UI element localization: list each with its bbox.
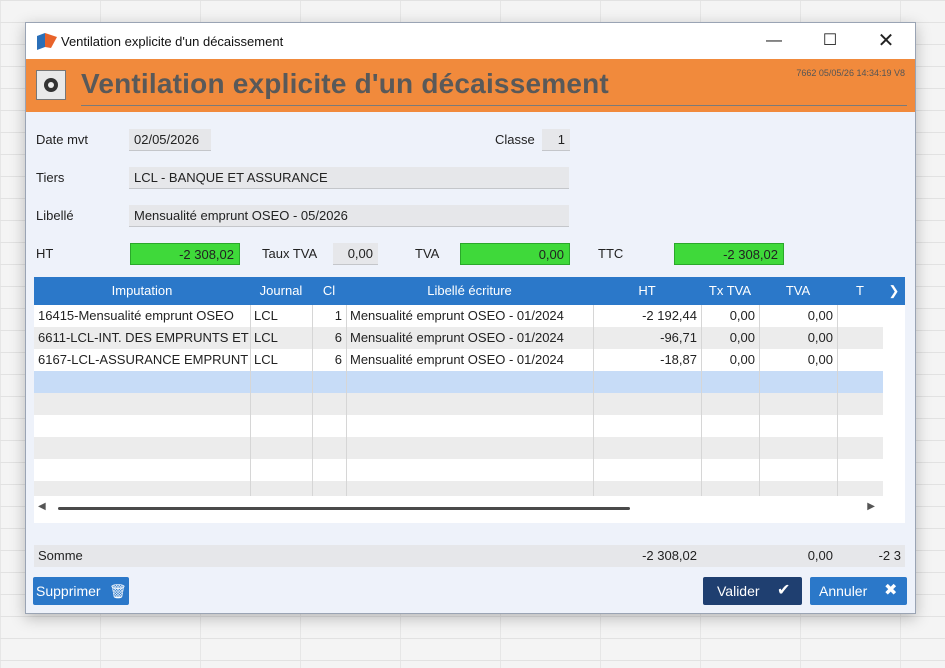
cell-tx-tva: 0,00: [729, 308, 755, 323]
scrollbar-thumb[interactable]: [58, 507, 630, 510]
cell-journal: LCL: [254, 330, 278, 345]
safe-icon: [36, 70, 66, 100]
table-row-empty[interactable]: [34, 437, 883, 459]
horizontal-scrollbar[interactable]: ◀ ▶: [34, 496, 905, 522]
ttc-field[interactable]: -2 308,02: [674, 243, 784, 265]
table-row[interactable]: 6167-LCL-ASSURANCE EMPRUNT LCL 6 Mensual…: [34, 349, 883, 371]
table-row-empty[interactable]: [34, 393, 883, 415]
ttc-label: TTC: [598, 246, 624, 261]
validate-label: Valider: [717, 583, 760, 599]
validate-button[interactable]: Valider ✔: [703, 577, 802, 605]
scroll-right-arrow-icon[interactable]: ▶: [867, 501, 875, 512]
cell-libelle: Mensualité emprunt OSEO - 01/2024: [350, 330, 564, 345]
col-ttc[interactable]: T: [837, 277, 883, 305]
cell-tx-tva: 0,00: [729, 352, 755, 367]
summary-ttc: -2 3: [878, 548, 901, 563]
cell-journal: LCL: [254, 352, 278, 367]
col-divider: [837, 305, 838, 497]
tva-label: TVA: [415, 246, 440, 261]
x-icon: ✖: [884, 582, 898, 599]
cell-imputation: 16415-Mensualité emprunt OSEO: [38, 308, 234, 323]
header-banner: Ventilation explicite d'un décaissement …: [26, 59, 915, 112]
table-row-empty[interactable]: [34, 459, 883, 481]
col-divider: [701, 305, 702, 497]
table-row-empty[interactable]: [34, 415, 883, 437]
cell-tva: 0,00: [807, 308, 833, 323]
cell-libelle: Mensualité emprunt OSEO - 01/2024: [350, 352, 564, 367]
grid-header: Imputation Journal Cl Libellé écriture H…: [34, 277, 905, 305]
cancel-label: Annuler: [819, 583, 868, 599]
col-imputation[interactable]: Imputation: [34, 277, 250, 305]
cell-tx-tva: 0,00: [729, 330, 755, 345]
col-journal[interactable]: Journal: [250, 277, 312, 305]
classe-field[interactable]: 1: [542, 129, 570, 151]
window-title: Ventilation explicite d'un décaissement: [61, 34, 284, 49]
date-field[interactable]: 02/05/2026: [129, 129, 211, 151]
ht-field[interactable]: -2 308,02: [130, 243, 240, 265]
title-bar: Ventilation explicite d'un décaissement …: [26, 23, 915, 59]
table-row-empty[interactable]: [34, 481, 883, 497]
cell-tva: 0,00: [807, 330, 833, 345]
cell-journal: LCL: [254, 308, 278, 323]
minimize-button[interactable]: —: [752, 29, 796, 53]
trash-icon: 🗑: [109, 583, 127, 599]
col-tva[interactable]: TVA: [759, 277, 837, 305]
cell-cl: 6: [334, 330, 342, 345]
col-divider: [593, 305, 594, 497]
scroll-left-arrow-icon[interactable]: ◀: [38, 501, 46, 512]
delete-label: Supprimer: [36, 583, 101, 599]
cell-ht: -18,87: [660, 352, 697, 367]
cell-libelle: Mensualité emprunt OSEO - 01/2024: [350, 308, 564, 323]
page-title: Ventilation explicite d'un décaissement: [81, 68, 609, 99]
cell-tva: 0,00: [807, 352, 833, 367]
banner-underline: [81, 105, 907, 106]
col-divider: [312, 305, 313, 497]
check-icon: ✔: [777, 582, 791, 599]
tiers-field[interactable]: LCL - BANQUE ET ASSURANCE: [129, 167, 569, 189]
imputation-grid[interactable]: Imputation Journal Cl Libellé écriture H…: [34, 277, 905, 523]
summary-ht: -2 308,02: [642, 548, 697, 563]
table-row[interactable]: 16415-Mensualité emprunt OSEO LCL 1 Mens…: [34, 305, 883, 327]
cell-cl: 1: [334, 308, 342, 323]
scroll-right-icon[interactable]: ❯: [883, 277, 905, 305]
dialog-window: Ventilation explicite d'un décaissement …: [25, 22, 916, 614]
tva-field[interactable]: 0,00: [460, 243, 570, 265]
taux-tva-label: Taux TVA: [262, 246, 318, 261]
close-button[interactable]: ✕: [864, 29, 908, 53]
col-tx-tva[interactable]: Tx TVA: [701, 277, 759, 305]
classe-label: Classe: [495, 132, 535, 147]
col-divider: [346, 305, 347, 497]
col-libelle[interactable]: Libellé écriture: [346, 277, 593, 305]
table-row-selected[interactable]: [34, 371, 883, 393]
libelle-field[interactable]: Mensualité emprunt OSEO - 05/2026: [129, 205, 569, 227]
summary-label: Somme: [38, 548, 83, 563]
ht-label: HT: [36, 246, 54, 261]
summary-tva: 0,00: [807, 548, 833, 563]
col-divider: [759, 305, 760, 497]
col-divider: [250, 305, 251, 497]
col-ht[interactable]: HT: [593, 277, 701, 305]
cell-imputation: 6167-LCL-ASSURANCE EMPRUNT: [38, 352, 249, 367]
session-info: 7662 05/05/26 14:34:19 V8: [796, 68, 905, 78]
cancel-button[interactable]: Annuler ✖: [810, 577, 907, 605]
date-label: Date mvt: [36, 132, 89, 147]
cell-ht: -96,71: [660, 330, 697, 345]
table-row[interactable]: 6611-LCL-INT. DES EMPRUNTS ET LCL 6 Mens…: [34, 327, 883, 349]
col-cl[interactable]: Cl: [312, 277, 346, 305]
cell-ht: -2 192,44: [642, 308, 697, 323]
summary-row: Somme -2 308,02 0,00 -2 3: [34, 545, 905, 567]
app-logo-icon: [37, 33, 57, 50]
libelle-label: Libellé: [36, 208, 74, 223]
delete-button[interactable]: Supprimer 🗑: [33, 577, 129, 605]
maximize-button[interactable]: ☐: [808, 29, 852, 53]
cell-imputation: 6611-LCL-INT. DES EMPRUNTS ET: [38, 330, 249, 345]
taux-tva-field[interactable]: 0,00: [333, 243, 378, 265]
cell-cl: 6: [334, 352, 342, 367]
tiers-label: Tiers: [36, 170, 65, 185]
